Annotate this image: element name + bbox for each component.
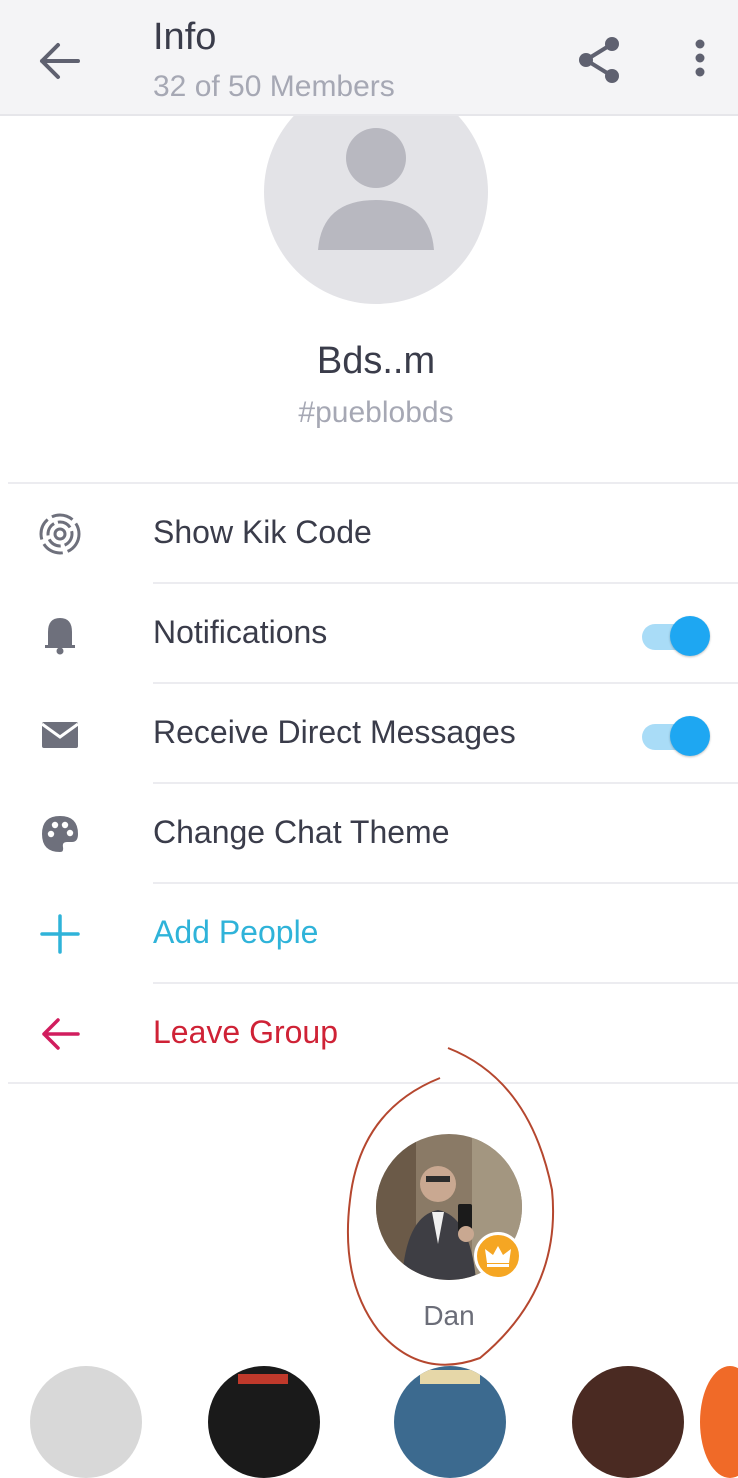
receive-direct-messages-label: Receive Direct Messages bbox=[153, 714, 516, 750]
section-divider bbox=[8, 1082, 738, 1084]
member-name: Dan bbox=[423, 1300, 475, 1331]
more-vertical-icon bbox=[695, 39, 705, 77]
change-chat-theme-row[interactable]: Change Chat Theme bbox=[0, 784, 738, 884]
arrow-left-icon bbox=[40, 43, 80, 79]
palette-icon bbox=[42, 816, 78, 852]
arrow-left-icon bbox=[42, 1018, 80, 1050]
crown-icon bbox=[485, 1246, 511, 1267]
top-app-bar: Info 32 of 50 Members bbox=[0, 0, 738, 116]
receive-direct-messages-row[interactable]: Receive Direct Messages bbox=[0, 684, 738, 784]
group-name: Bds..m bbox=[316, 340, 436, 382]
member-avatar[interactable] bbox=[208, 1366, 320, 1478]
envelope-icon bbox=[41, 722, 79, 748]
bell-icon bbox=[45, 618, 75, 655]
member-avatar[interactable] bbox=[572, 1366, 684, 1478]
leave-group-row[interactable]: Leave Group bbox=[0, 984, 738, 1084]
member-count: 32 of 50 Members bbox=[153, 70, 395, 103]
toggle-knob bbox=[670, 716, 710, 756]
add-people-row[interactable]: Add People bbox=[0, 884, 738, 984]
member-avatar[interactable] bbox=[394, 1366, 506, 1478]
plus-icon bbox=[40, 914, 80, 954]
member-avatar[interactable] bbox=[700, 1366, 738, 1478]
direct-messages-toggle[interactable] bbox=[640, 716, 712, 756]
back-button[interactable] bbox=[34, 38, 86, 84]
show-kik-code-row[interactable]: Show Kik Code bbox=[0, 484, 738, 584]
notifications-row[interactable]: Notifications bbox=[0, 584, 738, 684]
change-chat-theme-label: Change Chat Theme bbox=[153, 814, 450, 850]
avatar-accent bbox=[420, 1370, 480, 1384]
member-avatar[interactable] bbox=[30, 1366, 142, 1478]
share-button[interactable] bbox=[574, 34, 626, 86]
group-hashtag: #pueblobds bbox=[298, 396, 454, 429]
page-title: Info bbox=[153, 16, 217, 58]
kik-code-icon bbox=[39, 513, 81, 555]
avatar-accent bbox=[238, 1374, 288, 1384]
notifications-toggle[interactable] bbox=[640, 616, 712, 656]
toggle-knob bbox=[670, 616, 710, 656]
share-icon bbox=[579, 37, 619, 83]
admin-badge bbox=[474, 1232, 522, 1280]
show-kik-code-label: Show Kik Code bbox=[153, 514, 372, 550]
more-options-button[interactable] bbox=[684, 36, 716, 86]
notifications-label: Notifications bbox=[153, 614, 328, 650]
leave-group-label: Leave Group bbox=[153, 1014, 339, 1050]
add-people-label: Add People bbox=[153, 914, 319, 950]
